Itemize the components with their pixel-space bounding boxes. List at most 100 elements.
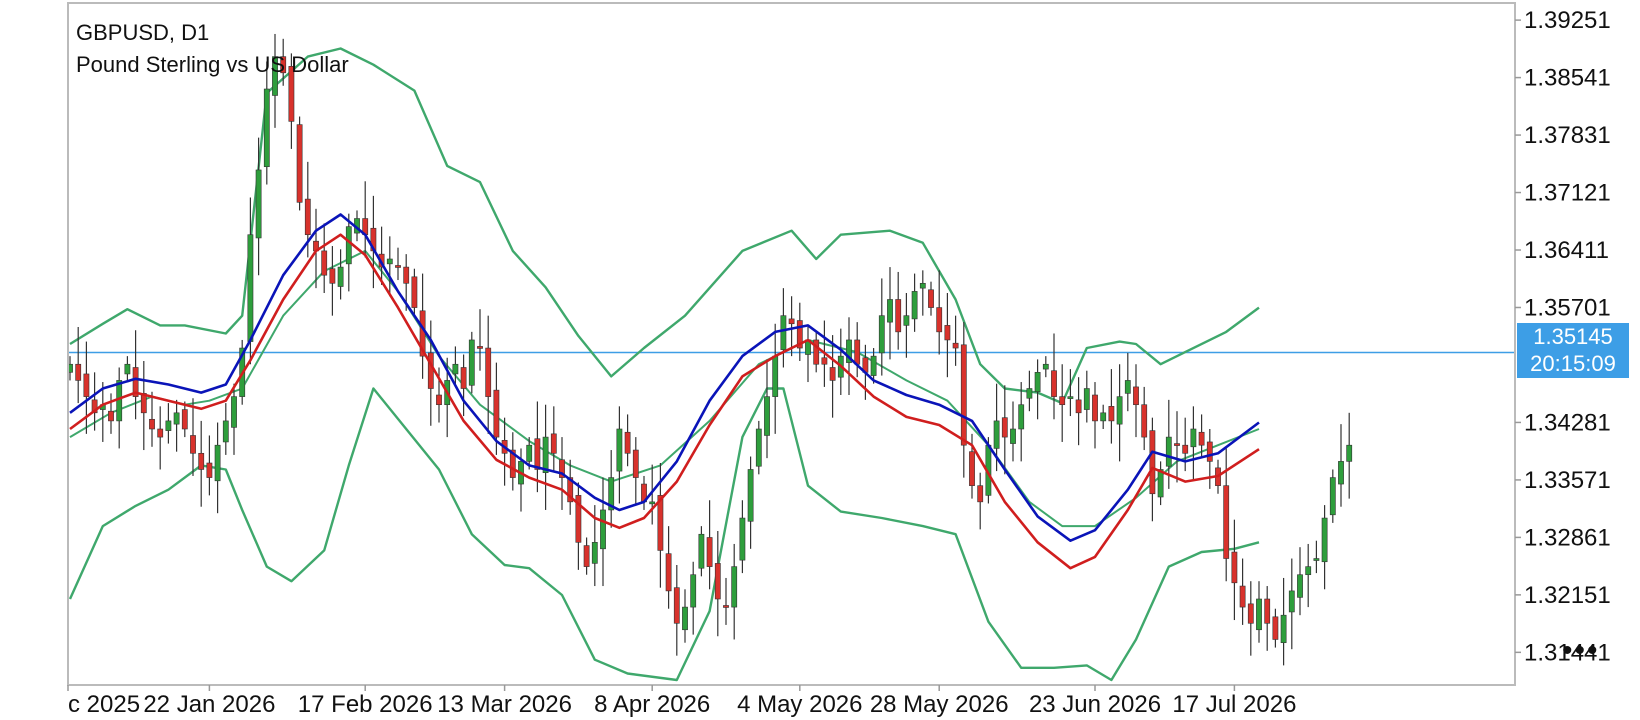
bull-candle	[247, 234, 254, 342]
bear-candle	[1206, 441, 1213, 462]
symbol-title: GBPUSD, D1	[76, 20, 210, 45]
bear-candle	[1001, 417, 1008, 438]
bull-candle	[1297, 574, 1303, 598]
x-tick-label: 17 Feb 2026	[298, 691, 433, 718]
bear-candle	[477, 346, 483, 349]
bear-candle	[854, 339, 861, 365]
bull-candle	[165, 420, 172, 431]
bull-candle	[911, 291, 918, 320]
bear-candle	[1149, 430, 1156, 495]
bull-candle	[993, 420, 1000, 449]
bear-candle	[1059, 396, 1066, 406]
bear-candle	[706, 537, 713, 567]
x-tick-label: 17 Jul 2026	[1172, 691, 1296, 718]
bull-candle	[649, 501, 656, 505]
price-chart[interactable]: 1.39251 1.38541 1.37831 1.37121 1.36411 1.357…	[0, 0, 1640, 720]
bull-candle	[1018, 404, 1025, 430]
bollinger-lower-line	[68, 387, 1260, 682]
bear-candle	[1264, 598, 1271, 624]
bull-candle	[1034, 372, 1041, 393]
bear-candle	[928, 289, 934, 308]
bear-candle	[1108, 406, 1115, 422]
bear-candle	[427, 352, 434, 389]
bear-candle	[321, 250, 328, 276]
bear-candle	[198, 452, 205, 470]
bear-candle	[493, 389, 500, 438]
x-tick-label: 22 Jan 2026	[143, 691, 275, 718]
bull-candle	[1256, 598, 1262, 631]
bull-candle	[747, 469, 754, 522]
bull-candle	[124, 363, 131, 375]
current-price-tag: 1.35145 20:15:09	[1517, 323, 1629, 378]
bull-candle	[468, 339, 475, 386]
bear-candle	[411, 276, 418, 308]
bear-candle	[665, 553, 672, 592]
symbol-description: Pound Sterling vs US Dollar	[76, 52, 349, 77]
bear-candle	[75, 363, 82, 381]
y-tick-label: 1.37831	[1524, 122, 1611, 149]
x-tick-label: 28 May 2026	[870, 691, 1009, 718]
bull-candle	[1010, 428, 1016, 444]
bull-candle	[755, 428, 762, 467]
bull-candle	[1083, 388, 1090, 410]
bull-candle	[542, 436, 549, 474]
bear-candle	[632, 449, 639, 478]
bull-candle	[616, 428, 623, 472]
bull-candle	[263, 88, 270, 168]
bear-candle	[460, 367, 467, 389]
bull-candle	[1042, 363, 1049, 370]
bear-candle	[583, 545, 590, 567]
y-tick-label: 1.38541	[1524, 65, 1611, 92]
bear-candle	[829, 367, 836, 381]
bull-candle	[1338, 461, 1344, 485]
bear-candle	[977, 485, 984, 503]
bear-candle	[1141, 404, 1148, 438]
bull-candle	[173, 412, 180, 425]
bear-candle	[895, 299, 902, 333]
bear-candle	[952, 342, 959, 349]
bar-countdown-label: 20:15:09	[1530, 351, 1616, 376]
bear-candle	[534, 438, 541, 470]
bull-candle	[764, 396, 770, 436]
bear-candle	[960, 344, 967, 446]
bear-candle	[1223, 485, 1230, 559]
bollinger-upper-line	[69, 47, 1260, 405]
y-tick-label: 1.37121	[1524, 180, 1611, 207]
y-tick-label: 1.39251	[1524, 7, 1611, 34]
bear-candle	[969, 451, 975, 486]
bear-candle	[821, 357, 828, 365]
bull-candle	[780, 315, 787, 350]
bull-candle	[1157, 469, 1164, 498]
bear-candle	[673, 587, 680, 624]
bull-candle	[345, 226, 352, 265]
bull-candle	[1321, 517, 1328, 563]
bull-candle	[1346, 444, 1353, 462]
bear-candle	[1092, 394, 1098, 422]
bear-candle	[624, 431, 631, 454]
bear-candle	[108, 410, 114, 422]
bear-candle	[936, 307, 943, 333]
bull-candle	[919, 282, 926, 289]
bear-candle	[788, 318, 795, 325]
bear-candle	[1051, 370, 1057, 397]
x-tick-label: 8 Apr 2026	[594, 691, 710, 718]
more-dots-icon[interactable]: •••	[1562, 636, 1600, 666]
y-tick-label: 1.32861	[1524, 524, 1611, 551]
bull-candle	[1288, 590, 1295, 613]
x-tick-label: c 2025	[68, 691, 140, 718]
bull-candle	[526, 444, 533, 462]
bull-candle	[739, 517, 746, 561]
bull-candle	[1100, 412, 1107, 422]
candlesticks	[67, 33, 1353, 666]
bear-candle	[206, 462, 213, 478]
y-tick-label: 1.32151	[1524, 582, 1611, 609]
bull-candle	[903, 315, 910, 326]
bear-candle	[723, 605, 729, 608]
bear-candle	[1231, 551, 1238, 584]
bull-candle	[600, 509, 606, 550]
time-axis: c 2025 22 Jan 2026 17 Feb 2026 13 Mar 2026 8…	[67, 685, 1296, 718]
bull-candle	[731, 566, 738, 608]
bull-candle	[452, 363, 459, 375]
bear-candle	[714, 563, 721, 600]
bear-candle	[550, 433, 557, 454]
